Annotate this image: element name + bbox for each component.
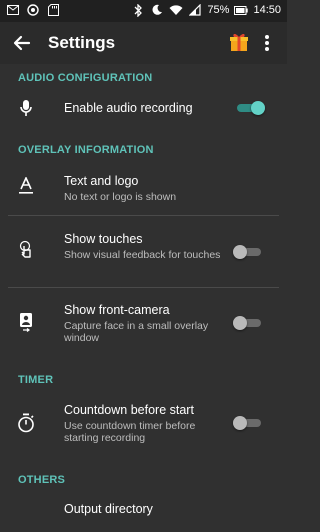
- back-arrow-icon[interactable]: [10, 31, 34, 55]
- email-icon: [6, 3, 20, 17]
- status-bar-left: [6, 3, 60, 17]
- section-header-others: OTHERS: [18, 474, 66, 486]
- timer-icon: [16, 413, 36, 433]
- toggle-thumb: [251, 101, 265, 115]
- setting-title: Show front-camera: [64, 303, 170, 317]
- setting-output-directory[interactable]: Output directory: [0, 492, 287, 532]
- setting-text-and-logo[interactable]: Text and logo No text or logo is shown: [0, 162, 287, 214]
- battery-percentage: 75%: [207, 4, 230, 16]
- signal-icon: [188, 3, 202, 17]
- setting-summary: No text or logo is shown: [64, 191, 177, 203]
- section-header-audio: AUDIO CONFIGURATION: [18, 72, 153, 84]
- setting-title: Enable audio recording: [64, 101, 193, 115]
- wifi-icon: [169, 3, 183, 17]
- setting-title: Output directory: [64, 502, 153, 516]
- more-vert-icon[interactable]: [258, 31, 276, 55]
- setting-summary: Use countdown timer before starting reco…: [64, 420, 196, 444]
- touch-icon: [16, 240, 36, 260]
- show-touches-toggle[interactable]: [233, 245, 261, 259]
- setting-show-front-camera[interactable]: Show front-camera Capture face in a smal…: [0, 288, 287, 360]
- status-bar-right: 75% 14:50: [131, 3, 281, 17]
- bluetooth-icon: [131, 3, 145, 17]
- setting-show-touches[interactable]: Show touches Show visual feedback for to…: [0, 216, 287, 286]
- microphone-icon: [16, 98, 36, 118]
- setting-summary: Show visual feedback for touches: [64, 249, 221, 261]
- do-not-disturb-moon-icon: [150, 3, 164, 17]
- clock: 14:50: [253, 4, 281, 16]
- section-header-timer: TIMER: [18, 374, 54, 386]
- front-camera-icon: [16, 312, 36, 332]
- status-bar: 75% 14:50: [0, 0, 287, 22]
- toggle-thumb: [233, 416, 247, 430]
- page-title: Settings: [48, 33, 116, 52]
- app-bar: Settings: [0, 22, 287, 64]
- app-notification-icon: [26, 3, 40, 17]
- sd-card-icon: [46, 3, 60, 17]
- gift-icon[interactable]: [228, 31, 250, 53]
- text-format-icon: [16, 176, 36, 196]
- battery-icon: [234, 3, 249, 17]
- setting-title: Show touches: [64, 232, 143, 246]
- toggle-thumb: [233, 245, 247, 259]
- setting-enable-audio-recording[interactable]: Enable audio recording: [0, 88, 287, 128]
- section-header-overlay: OVERLAY INFORMATION: [18, 144, 154, 156]
- setting-title: Countdown before start: [64, 403, 194, 417]
- front-camera-toggle[interactable]: [233, 316, 261, 330]
- settings-list: AUDIO CONFIGURATION Enable audio recordi…: [0, 64, 287, 516]
- setting-summary: Capture face in a small overlay window: [64, 320, 209, 344]
- setting-countdown-before-start[interactable]: Countdown before start Use countdown tim…: [0, 392, 287, 456]
- toggle-thumb: [233, 316, 247, 330]
- setting-title: Text and logo: [64, 174, 139, 188]
- audio-recording-toggle[interactable]: [237, 101, 265, 115]
- countdown-toggle[interactable]: [233, 416, 261, 430]
